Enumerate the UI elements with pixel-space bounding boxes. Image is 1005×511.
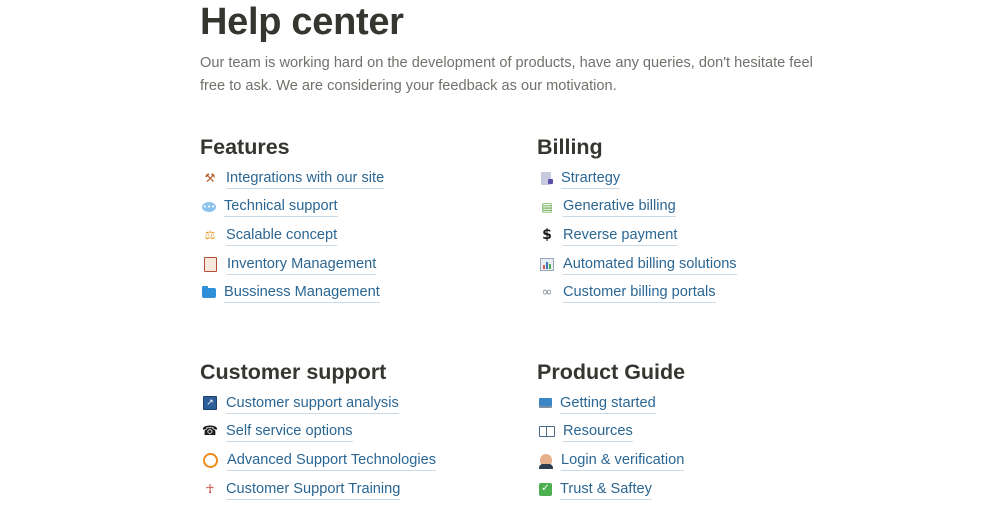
link-support-training[interactable]: Customer Support Training xyxy=(226,479,401,500)
bar-chart-icon xyxy=(540,257,554,271)
money-icon: ▤ xyxy=(541,199,553,214)
chart-icon: ↗ xyxy=(203,396,217,411)
dollar-icon: $ xyxy=(542,227,552,244)
clipboard-icon xyxy=(204,256,217,272)
list-item: ••• Technical support xyxy=(200,193,384,222)
phone-icon: ☎ xyxy=(201,423,219,439)
list-item: $ Reverse payment xyxy=(537,221,737,250)
book-icon xyxy=(539,426,555,438)
help-center-page: Help center Our team is working hard on … xyxy=(0,0,1005,511)
list-item: ⚖ Scalable concept xyxy=(200,221,384,250)
features-list: ⚒ Integrations with our site ••• Technic… xyxy=(200,164,385,307)
list-item: Resources xyxy=(537,418,685,447)
folder-icon xyxy=(202,285,216,298)
list-item: Advanced Support Technologies xyxy=(200,446,437,475)
customer-support-section: Customer support ↗ Customer support anal… xyxy=(200,358,437,504)
customer-support-list: ↗ Customer support analysis ☎ Self servi… xyxy=(200,389,437,504)
link-strategy[interactable]: Strartegy xyxy=(561,168,621,189)
checkmark-icon: ✓ xyxy=(539,482,552,496)
page-title: Help center xyxy=(200,1,404,43)
features-heading: Features xyxy=(200,135,290,159)
list-item: ∞ Customer billing portals xyxy=(537,278,737,307)
list-item: ☥ Customer Support Training xyxy=(200,475,436,504)
link-reverse-payment[interactable]: Reverse payment xyxy=(563,225,678,246)
link-inventory-management[interactable]: Inventory Management xyxy=(227,254,377,275)
compass-icon xyxy=(203,452,218,468)
list-item: ⚒ Integrations with our site xyxy=(200,164,385,193)
product-guide-section: Product Guide Getting started Resources … xyxy=(537,358,685,503)
customer-support-heading: Customer support xyxy=(200,360,387,384)
link-billing-portals[interactable]: Customer billing portals xyxy=(563,282,716,304)
link-trust-safety[interactable]: Trust & Saftey xyxy=(560,479,652,500)
list-item: ▤ Generative billing xyxy=(537,193,737,222)
list-item: ☎ Self service options xyxy=(200,418,436,447)
list-item: Getting started xyxy=(537,389,685,418)
list-item: Bussiness Management xyxy=(200,278,384,307)
link-icon: ∞ xyxy=(541,284,553,300)
link-automated-billing[interactable]: Automated billing solutions xyxy=(563,254,737,275)
link-getting-started[interactable]: Getting started xyxy=(560,393,656,414)
link-login-verification[interactable]: Login & verification xyxy=(561,450,685,471)
list-item: Strartegy xyxy=(537,164,737,193)
link-advanced-support[interactable]: Advanced Support Technologies xyxy=(227,450,437,471)
billing-heading: Billing xyxy=(537,135,603,159)
scale-icon: ⚖ xyxy=(204,228,216,243)
link-resources[interactable]: Resources xyxy=(563,421,633,443)
list-item: ↗ Customer support analysis xyxy=(200,389,436,418)
list-item: Automated billing solutions xyxy=(537,250,737,279)
person-icon xyxy=(539,454,553,470)
laptop-icon xyxy=(539,398,552,409)
tools-icon: ⚒ xyxy=(204,171,216,186)
features-section: Features ⚒ Integrations with our site ••… xyxy=(200,133,385,307)
product-guide-heading: Product Guide xyxy=(537,360,686,384)
list-item: Login & verification xyxy=(537,446,685,475)
link-generative-billing[interactable]: Generative billing xyxy=(563,196,676,218)
billing-list: Strartegy ▤ Generative billing $ Reverse… xyxy=(537,164,737,307)
link-integrations[interactable]: Integrations with our site xyxy=(226,168,385,189)
page-intro: Our team is working hard on the developm… xyxy=(200,55,813,94)
document-icon xyxy=(541,171,553,185)
link-support-analysis[interactable]: Customer support analysis xyxy=(226,393,399,414)
link-technical-support[interactable]: Technical support xyxy=(224,196,338,218)
billing-section: Billing Strartegy ▤ Generative billing $… xyxy=(537,133,737,307)
link-scalable-concept[interactable]: Scalable concept xyxy=(226,225,338,246)
weightlifter-icon: ☥ xyxy=(205,482,215,497)
product-guide-list: Getting started Resources Login & verifi… xyxy=(537,389,685,503)
link-business-management[interactable]: Bussiness Management xyxy=(224,282,380,304)
link-self-service[interactable]: Self service options xyxy=(226,421,353,443)
speech-bubble-icon: ••• xyxy=(202,201,216,212)
list-item: ✓ Trust & Saftey xyxy=(537,475,685,504)
list-item: Inventory Management xyxy=(200,250,384,279)
